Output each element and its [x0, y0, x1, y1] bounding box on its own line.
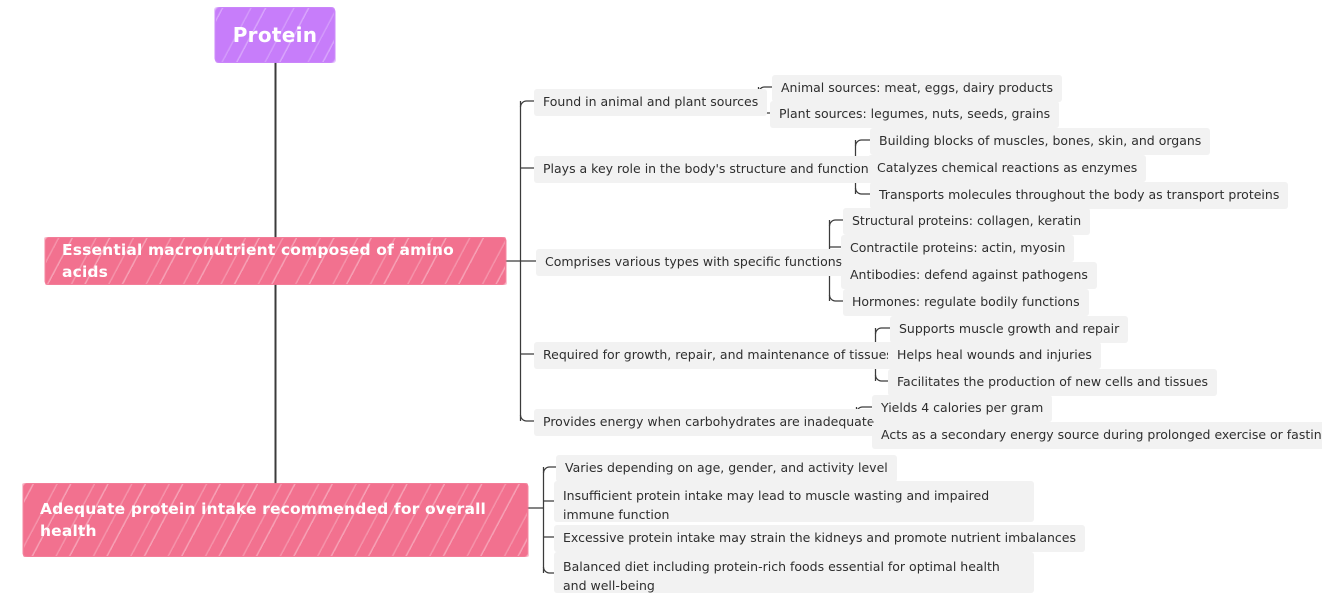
topic-node-insufficient-intake[interactable]: Insufficient protein intake may lead to … [554, 481, 1034, 522]
topic-node-various-types[interactable]: Comprises various types with specific fu… [536, 249, 852, 276]
mind-map-canvas: Protein Essential macronutrient composed… [0, 0, 1322, 594]
branch-node-essential-macronutrient[interactable]: Essential macronutrient composed of amin… [46, 238, 505, 284]
topic-node-growth-repair[interactable]: Required for growth, repair, and mainten… [534, 342, 902, 369]
topic-node-label: Excessive protein intake may strain the … [563, 530, 1076, 545]
subtopic-node-label: Building blocks of muscles, bones, skin,… [879, 133, 1202, 148]
topic-node-label: Insufficient protein intake may lead to … [563, 488, 990, 522]
subtopic-node-label: Plant sources: legumes, nuts, seeds, gra… [779, 106, 1051, 121]
subtopic-node-label: Facilitates the production of new cells … [897, 374, 1209, 389]
subtopic-node-label: Transports molecules throughout the body… [879, 187, 1280, 202]
subtopic-node-label: Animal sources: meat, eggs, dairy produc… [781, 80, 1053, 95]
root-node-label: Protein [232, 23, 318, 47]
topic-node-excessive-intake[interactable]: Excessive protein intake may strain the … [554, 525, 1085, 552]
subtopic-node-contractile-proteins[interactable]: Contractile proteins: actin, myosin [841, 235, 1075, 262]
topic-node-label: Balanced diet including protein-rich foo… [563, 559, 1000, 593]
subtopic-node-label: Structural proteins: collagen, keratin [852, 213, 1082, 228]
topic-node-key-role[interactable]: Plays a key role in the body's structure… [534, 156, 878, 183]
topic-node-varies-by-person[interactable]: Varies depending on age, gender, and act… [556, 455, 897, 482]
subtopic-node-antibodies[interactable]: Antibodies: defend against pathogens [841, 262, 1097, 289]
subtopic-node-animal-sources[interactable]: Animal sources: meat, eggs, dairy produc… [772, 75, 1062, 102]
subtopic-node-label: Helps heal wounds and injuries [897, 347, 1092, 362]
topic-node-label: Found in animal and plant sources [543, 94, 759, 109]
subtopic-node-catalyzes-reactions[interactable]: Catalyzes chemical reactions as enzymes [868, 155, 1147, 182]
topic-node-label: Provides energy when carbohydrates are i… [543, 414, 875, 429]
topic-node-label: Required for growth, repair, and mainten… [543, 347, 893, 362]
subtopic-node-heal-wounds[interactable]: Helps heal wounds and injuries [888, 342, 1101, 369]
subtopic-node-new-cells[interactable]: Facilitates the production of new cells … [888, 369, 1218, 396]
topic-node-found-in-sources[interactable]: Found in animal and plant sources [534, 89, 768, 116]
subtopic-node-label: Hormones: regulate bodily functions [852, 294, 1080, 309]
subtopic-node-four-calories[interactable]: Yields 4 calories per gram [872, 395, 1053, 422]
subtopic-node-label: Supports muscle growth and repair [899, 321, 1120, 336]
topic-node-provides-energy[interactable]: Provides energy when carbohydrates are i… [534, 409, 884, 436]
topic-node-label: Varies depending on age, gender, and act… [565, 460, 888, 475]
topic-node-label: Plays a key role in the body's structure… [543, 161, 869, 176]
subtopic-node-structural-proteins[interactable]: Structural proteins: collagen, keratin [843, 208, 1091, 235]
branch-node-label: Adequate protein intake recommended for … [40, 499, 486, 540]
topic-node-label: Comprises various types with specific fu… [545, 254, 843, 269]
subtopic-node-label: Antibodies: defend against pathogens [850, 267, 1088, 282]
subtopic-node-building-blocks[interactable]: Building blocks of muscles, bones, skin,… [870, 128, 1211, 155]
topic-node-balanced-diet[interactable]: Balanced diet including protein-rich foo… [554, 552, 1034, 593]
subtopic-node-label: Contractile proteins: actin, myosin [850, 240, 1066, 255]
subtopic-node-transports-molecules[interactable]: Transports molecules throughout the body… [870, 182, 1289, 209]
branch-node-adequate-intake[interactable]: Adequate protein intake recommended for … [24, 484, 527, 556]
subtopic-node-label: Acts as a secondary energy source during… [881, 427, 1322, 442]
subtopic-node-plant-sources[interactable]: Plant sources: legumes, nuts, seeds, gra… [770, 101, 1060, 128]
root-node-protein[interactable]: Protein [216, 8, 334, 62]
subtopic-node-hormones[interactable]: Hormones: regulate bodily functions [843, 289, 1089, 316]
branch-node-label: Essential macronutrient composed of amin… [62, 240, 454, 281]
subtopic-node-label: Yields 4 calories per gram [881, 400, 1044, 415]
subtopic-node-secondary-energy[interactable]: Acts as a secondary energy source during… [872, 422, 1322, 449]
subtopic-node-label: Catalyzes chemical reactions as enzymes [877, 160, 1138, 175]
subtopic-node-muscle-growth[interactable]: Supports muscle growth and repair [890, 316, 1129, 343]
